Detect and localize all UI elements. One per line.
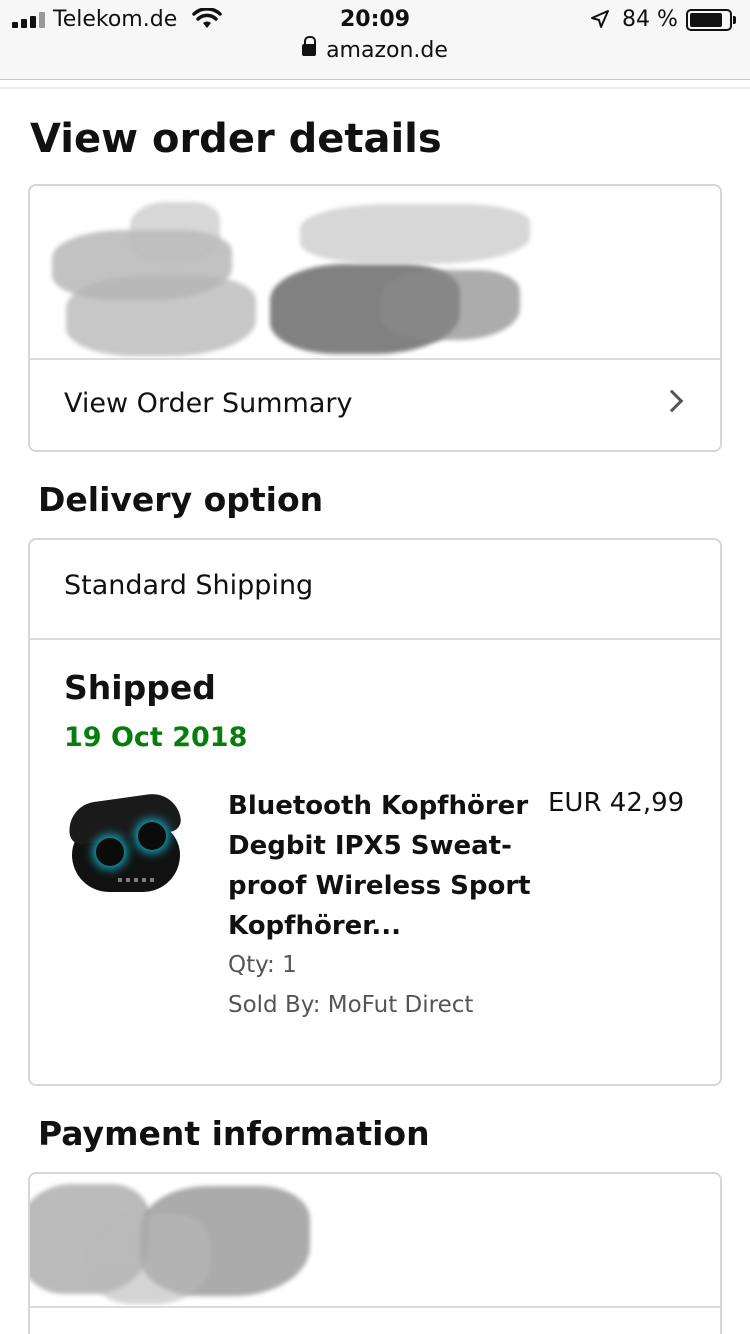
delivery-card: Standard Shipping Shipped 19 Oct 2018 Bl…: [28, 538, 722, 1086]
url-bar[interactable]: amazon.de: [0, 36, 750, 72]
battery-level: [690, 13, 722, 27]
earbuds-product-image[interactable]: [65, 790, 186, 902]
payment-heading: Payment information: [38, 1114, 430, 1153]
location-arrow-icon: [591, 10, 609, 28]
chevron-right-icon: [660, 389, 684, 413]
browser-top-bar: Telekom.de 20:09 84 % amazon.de: [0, 0, 750, 80]
lock-icon: [302, 36, 317, 58]
shipment-status: Shipped: [64, 668, 216, 707]
product-seller: Sold By: MoFut Direct: [228, 992, 474, 1018]
url-text: amazon.de: [326, 38, 448, 63]
view-order-summary-link[interactable]: View Order Summary: [30, 360, 720, 450]
header-divider: [0, 87, 750, 89]
order-info-card: View Order Summary: [28, 184, 722, 452]
card-divider: [30, 1306, 720, 1308]
shipping-method: Standard Shipping: [64, 570, 314, 601]
card-divider: [30, 638, 720, 640]
shipment-date: 19 Oct 2018: [64, 722, 248, 753]
delivery-heading: Delivery option: [38, 480, 324, 519]
product-price: EUR 42,99: [548, 788, 685, 818]
product-quantity: Qty: 1: [228, 952, 297, 978]
product-title-link[interactable]: Bluetooth Kopfhörer Degbit IPX5 Sweat-pr…: [228, 786, 538, 946]
view-order-summary-label: View Order Summary: [64, 388, 353, 419]
payment-card: [28, 1172, 722, 1334]
page-title: View order details: [30, 116, 442, 162]
battery-percent: 84 %: [622, 7, 678, 32]
status-bar: Telekom.de 20:09 84 %: [0, 0, 750, 40]
battery-icon: [686, 9, 736, 31]
